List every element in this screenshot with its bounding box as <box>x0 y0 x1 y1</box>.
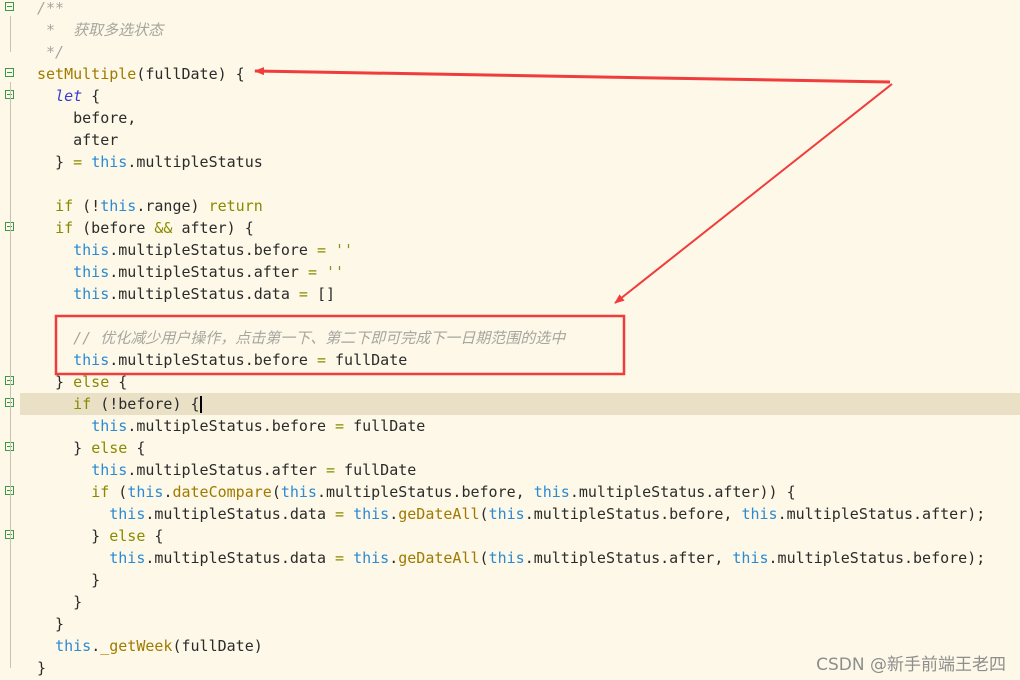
annotation-layer <box>54 67 893 376</box>
watermark: CSDN @新手前端王老四 <box>816 655 1006 675</box>
arrow-to-highlight-box <box>614 83 893 304</box>
arrow-to-function <box>254 67 891 84</box>
highlight-box <box>54 314 626 376</box>
